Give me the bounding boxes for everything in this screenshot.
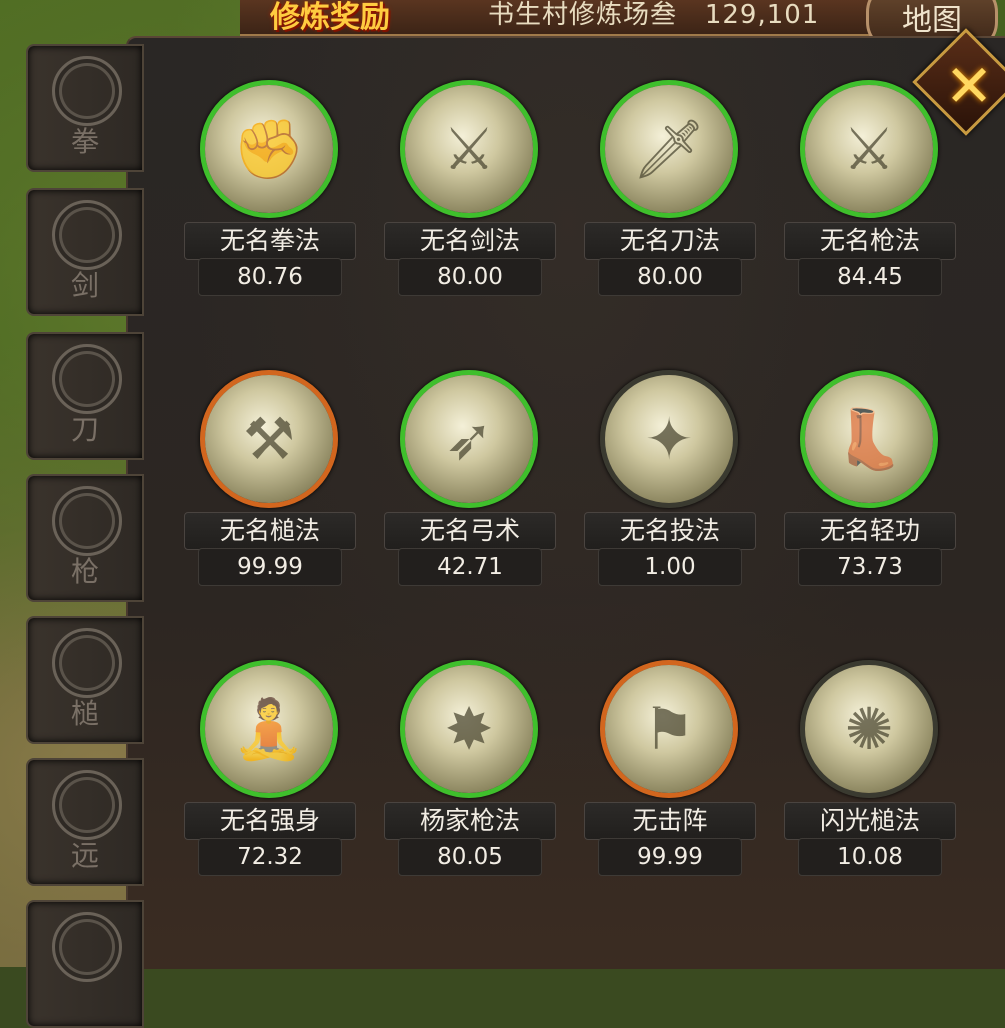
category-tab[interactable]: 枪	[26, 474, 144, 602]
sword-icon: ⚔	[443, 115, 495, 183]
category-tab-label: 刀	[70, 413, 99, 446]
skill-value: 84.45	[798, 258, 942, 296]
skill-name: 无名轻功	[784, 512, 956, 550]
shuriken-icon: ✦	[644, 405, 694, 473]
sword-icon	[52, 200, 122, 270]
category-tab[interactable]: 远	[26, 758, 144, 886]
skill-value: 99.99	[598, 838, 742, 876]
skill-name: 闪光槌法	[784, 802, 956, 840]
skill-card[interactable]: ⚔ 无名剑法 80.00	[384, 80, 556, 310]
category-tab[interactable]	[26, 900, 144, 1028]
skill-card[interactable]: 👢 无名轻功 73.73	[784, 370, 956, 600]
skill-name: 无名投法	[584, 512, 756, 550]
skill-name: 杨家枪法	[384, 802, 556, 840]
skill-value: 80.00	[598, 258, 742, 296]
skill-name: 无名拳法	[184, 222, 356, 260]
category-tab-label: 拳	[70, 125, 99, 158]
category-tab[interactable]: 拳	[26, 44, 144, 172]
skill-value: 80.76	[198, 258, 342, 296]
category-tab[interactable]: 剑	[26, 188, 144, 316]
skill-value: 80.05	[398, 838, 542, 876]
category-tab-label: 剑	[70, 269, 99, 302]
skill-card[interactable]: ⚔ 无名枪法 84.45	[784, 80, 956, 310]
skill-value: 99.99	[198, 548, 342, 586]
boot-icon: 👢	[832, 405, 906, 473]
fist-icon: ✊	[232, 115, 306, 183]
location-title: 书生村修炼场叁 129,101	[488, 0, 819, 31]
skill-value: 80.00	[398, 258, 542, 296]
blade-icon	[52, 344, 122, 414]
formation-icon: ⚑	[643, 695, 695, 763]
skill-name: 无名弓术	[384, 512, 556, 550]
fist-icon	[52, 56, 122, 126]
location-name: 书生村修炼场叁	[488, 0, 678, 30]
location-score: 129,101	[704, 0, 820, 30]
flash-axe-icon: ✺	[844, 695, 894, 763]
skill-card[interactable]: ✺ 闪光槌法 10.08	[784, 660, 956, 890]
skill-name: 无名槌法	[184, 512, 356, 550]
skill-name: 无击阵	[584, 802, 756, 840]
skill-card[interactable]: ⚑ 无击阵 99.99	[584, 660, 756, 890]
skill-value: 42.71	[398, 548, 542, 586]
spear-burst-icon: ✸	[444, 695, 494, 763]
skill-name: 无名刀法	[584, 222, 756, 260]
reward-banner[interactable]: 修炼奖励	[270, 0, 390, 36]
skill-name: 无名剑法	[384, 222, 556, 260]
skill-value: 1.00	[598, 548, 742, 586]
axe-icon	[52, 628, 122, 698]
skill-card[interactable]: ➶ 无名弓术 42.71	[384, 370, 556, 600]
skill-card[interactable]: 🗡 无名刀法 80.00	[584, 80, 756, 310]
skill-value: 10.08	[798, 838, 942, 876]
spear-icon: ⚔	[843, 115, 895, 183]
shuriken-icon	[52, 912, 122, 982]
skill-value: 73.73	[798, 548, 942, 586]
close-icon[interactable]: ✕	[934, 44, 1004, 128]
category-tab-label: 远	[70, 839, 99, 872]
spear-icon	[52, 486, 122, 556]
skill-card[interactable]: ⚒ 无名槌法 99.99	[184, 370, 356, 600]
skill-value: 72.32	[198, 838, 342, 876]
skill-name: 无名枪法	[784, 222, 956, 260]
arrow-icon: ➶	[444, 405, 494, 473]
blade-icon: 🗡	[632, 115, 706, 183]
category-tab-label: 槌	[70, 697, 99, 730]
body-icon: 🧘	[232, 695, 306, 763]
category-tab[interactable]: 刀	[26, 332, 144, 460]
category-tab[interactable]: 槌	[26, 616, 144, 744]
skill-card[interactable]: ✦ 无名投法 1.00	[584, 370, 756, 600]
bow-icon	[52, 770, 122, 840]
axe-icon: ⚒	[243, 405, 295, 473]
skill-name: 无名强身	[184, 802, 356, 840]
skill-card[interactable]: ✸ 杨家枪法 80.05	[384, 660, 556, 890]
skill-card[interactable]: 🧘 无名强身 72.32	[184, 660, 356, 890]
skill-card[interactable]: ✊ 无名拳法 80.76	[184, 80, 356, 310]
category-tab-label: 枪	[70, 555, 99, 588]
